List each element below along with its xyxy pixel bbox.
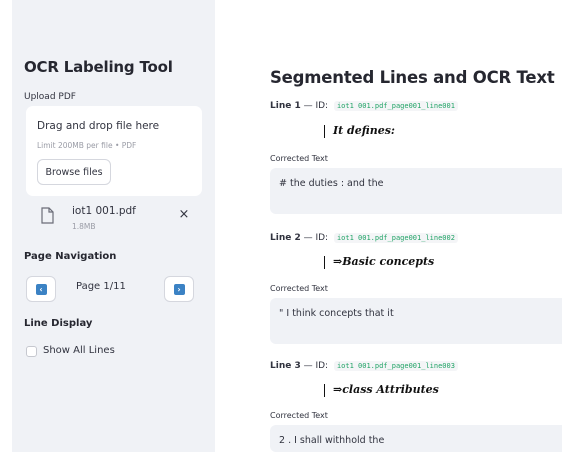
previous-page-button[interactable]: ‹: [26, 276, 56, 302]
page-indicator: Page 1/11: [76, 281, 126, 292]
line-label: Line 3: [270, 361, 301, 371]
browse-files-button[interactable]: Browse files: [37, 159, 111, 185]
line-label: Line 1: [270, 101, 301, 111]
page-navigation-label: Page Navigation: [24, 251, 117, 262]
line-id: iot1 001.pdf_page001_line001: [333, 101, 458, 111]
line-id: iot1 001.pdf_page001_line002: [333, 233, 458, 243]
corrected-text-value: # the duties : and the: [279, 178, 384, 189]
file-icon: [41, 207, 54, 224]
corrected-text-input[interactable]: # the duties : and the: [270, 168, 562, 214]
line-image: It defines:: [324, 124, 395, 138]
line-image: ⇒class Attributes: [324, 383, 439, 397]
chevron-left-icon: ‹: [35, 283, 47, 295]
corrected-text-label: Corrected Text: [270, 154, 328, 163]
dropzone-title: Drag and drop file here: [37, 120, 160, 132]
line-header: Line 1 — ID: iot1 001.pdf_page001_line00…: [270, 101, 458, 111]
line-id-prefix: — ID:: [300, 361, 331, 371]
corrected-text-value: 2 . I shall withhold the: [279, 435, 385, 446]
show-all-lines-checkbox[interactable]: [26, 346, 37, 357]
corrected-text-label: Corrected Text: [270, 284, 328, 293]
dropzone-limit: Limit 200MB per file • PDF: [37, 141, 137, 150]
page-title: Segmented Lines and OCR Text: [270, 68, 555, 87]
corrected-text-value: " I think concepts that it: [279, 308, 394, 319]
line-id-prefix: — ID:: [300, 101, 331, 111]
next-page-button[interactable]: ›: [164, 276, 194, 302]
app-title: OCR Labeling Tool: [24, 58, 173, 76]
show-all-lines-label[interactable]: Show All Lines: [43, 345, 115, 356]
line-id: iot1 001.pdf_page001_line003: [333, 361, 458, 371]
line-id-prefix: — ID:: [300, 233, 331, 243]
line-image: ⇒Basic concepts: [324, 255, 434, 269]
sidebar: OCR Labeling Tool Upload PDF Drag and dr…: [12, 0, 215, 452]
file-dropzone[interactable]: Drag and drop file here Limit 200MB per …: [26, 106, 202, 196]
line-label: Line 2: [270, 233, 301, 243]
handwriting-text: It defines:: [333, 124, 395, 137]
handwriting-text: ⇒class Attributes: [333, 383, 439, 396]
uploaded-file-size: 1.8MB: [72, 222, 96, 231]
uploaded-file-name: iot1 001.pdf: [72, 205, 136, 217]
line-header: Line 3 — ID: iot1 001.pdf_page001_line00…: [270, 361, 458, 371]
close-icon[interactable]: ×: [178, 208, 190, 221]
line-display-label: Line Display: [24, 318, 93, 329]
handwriting-text: ⇒Basic concepts: [333, 255, 435, 268]
upload-pdf-label: Upload PDF: [24, 92, 76, 102]
chevron-right-icon: ›: [173, 283, 185, 295]
line-header: Line 2 — ID: iot1 001.pdf_page001_line00…: [270, 233, 458, 243]
corrected-text-label: Corrected Text: [270, 411, 328, 420]
corrected-text-input[interactable]: " I think concepts that it: [270, 298, 562, 344]
corrected-text-input[interactable]: 2 . I shall withhold the: [270, 425, 562, 452]
